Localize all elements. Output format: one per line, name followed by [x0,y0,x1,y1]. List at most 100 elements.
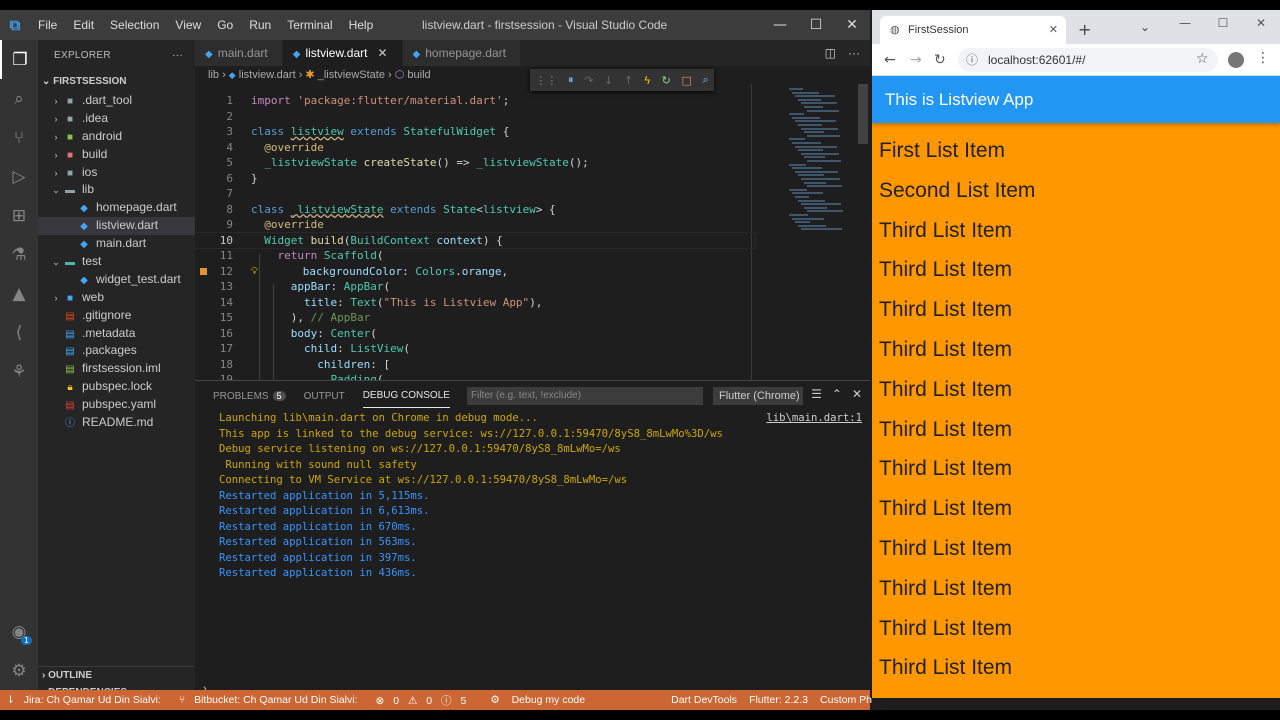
clear-console-icon[interactable]: ☰ [811,387,822,401]
forward-icon[interactable]: → [910,52,922,68]
list-item[interactable]: Third List Item [879,449,1012,489]
list-item[interactable]: Third List Item [879,410,1012,450]
breadcrumb-method[interactable]: build [407,69,430,81]
tree-item[interactable]: › ■ ios [38,164,195,182]
pause-icon[interactable]: ⏸ [568,73,574,87]
project-folder[interactable]: ⌄ FIRSTSESSION [38,72,195,92]
close-tab-icon[interactable]: ✕ [1049,16,1058,44]
status-debug[interactable]: ⚙ Debug my code [484,694,597,706]
source-control-icon[interactable]: ⑂ [0,118,38,157]
reload-icon[interactable]: ↻ [934,52,946,68]
tree-item[interactable]: ▤ pubspec.yaml [38,396,195,414]
account-icon[interactable]: ◉ 1 [0,612,38,651]
list-item[interactable]: Third List Item [879,211,1012,251]
list-item[interactable]: First List Item [879,131,1005,171]
hot-reload-icon[interactable]: ϟ [644,74,651,87]
atlassian-icon[interactable]: ▲ [0,274,38,313]
tree-item[interactable]: ⓘ README.md [38,414,195,432]
chrome-menu-icon[interactable]: ⋮ [1256,50,1270,66]
list-item[interactable]: Third List Item [879,648,1012,688]
menu-item-terminal[interactable]: Terminal [279,18,340,32]
split-editor-icon[interactable]: ◫ [825,40,836,66]
extensions-icon[interactable]: ⊞ [0,196,38,235]
maximize-icon[interactable]: ☐ [798,10,834,40]
testing-icon[interactable]: ⚗ [0,235,38,274]
settings-gear-icon[interactable]: ⚙ [0,651,38,690]
source-link[interactable]: lib\main.dart:1 [766,411,862,427]
menu-item-selection[interactable]: Selection [102,18,167,32]
list-item[interactable]: Third List Item [879,250,1012,290]
minimap[interactable] [785,84,855,380]
tree-item[interactable]: › ■ build [38,146,195,164]
browser-tab[interactable]: ◍ FirstSession ✕ [880,16,1066,44]
status-problems[interactable]: ⊗ 0 ⚠ 0 ⓘ 5 [369,693,478,708]
tab-search-icon[interactable]: ⌄ [1140,20,1150,34]
tree-item[interactable]: › ■ web [38,289,195,307]
menu-item-edit[interactable]: Edit [65,18,102,32]
tab-debug-console[interactable]: DEBUG CONSOLE [362,390,450,408]
search-icon[interactable]: ⌕ [0,79,38,118]
close-icon[interactable]: ✕ [834,10,870,40]
back-icon[interactable]: ← [884,52,896,68]
tree-item[interactable]: › ■ .dart_tool [38,92,195,110]
minimize-icon[interactable]: — [1166,10,1204,36]
step-out-icon[interactable]: ↑ [624,74,633,87]
tree-item[interactable]: › ■ .idea [38,110,195,128]
list-item[interactable]: Third List Item [879,330,1012,370]
tree-item[interactable]: ▤ firstsession.iml [38,360,195,378]
menu-item-view[interactable]: View [167,18,209,32]
list-item[interactable]: Third List Item [879,569,1012,609]
more-actions-icon[interactable]: ··· [848,40,860,66]
remote-icon[interactable]: ⚘ [0,352,38,391]
tree-item[interactable]: ⌄ ▬ test [38,253,195,271]
more-actions-icon[interactable]: ··· [172,40,183,72]
tab-output[interactable]: OUTPUT [304,391,345,402]
drag-handle-icon[interactable]: ⋮⋮ [535,74,557,87]
bookmark-star-icon[interactable]: ☆ [1196,51,1209,67]
menu-item-help[interactable]: Help [341,18,382,32]
address-bar[interactable]: ⓘ localhost:62601/#/ [958,48,1218,72]
tab-homepage-dart[interactable]: ◆ homepage.dart [402,40,521,66]
minimize-icon[interactable]: — [762,10,798,40]
tree-item[interactable]: 🔒︎ pubspec.lock [38,378,195,396]
stop-icon[interactable]: □ [681,74,691,87]
tree-item[interactable]: › ■ android [38,128,195,146]
menu-item-file[interactable]: File [30,18,65,32]
list-item[interactable]: Third List Item [879,529,1012,569]
restart-icon[interactable]: ↻ [662,74,671,87]
run-debug-icon[interactable]: ▷ [0,157,38,196]
tab-problems[interactable]: PROBLEMS 5 [213,390,286,402]
flutter-icon[interactable]: ⟨ [0,313,38,352]
tree-item[interactable]: ◆ listview.dart [38,217,195,236]
maximize-icon[interactable]: ☐ [1204,10,1242,36]
menu-item-run[interactable]: Run [241,18,279,32]
status-bitbucket[interactable]: ⑂ Bitbucket: Ch Qamar Ud Din Sialvi: [173,694,370,706]
list-item[interactable]: Third List Item [879,290,1012,330]
list-item[interactable]: Second List Item [879,171,1035,211]
breadcrumb-file[interactable]: listview.dart [239,69,296,81]
menu-item-go[interactable]: Go [209,18,241,32]
tree-item[interactable]: ▤ .packages [38,342,195,360]
breadcrumb-lib[interactable]: lib [208,69,219,81]
list-item[interactable]: Third List Item [879,609,1012,649]
breadcrumb-class[interactable]: _listviewState [318,69,385,81]
new-tab-icon[interactable]: + [1078,20,1091,39]
tree-item[interactable]: ⌄ ▬ lib [38,181,195,199]
tree-item[interactable]: ◆ main.dart [38,235,195,253]
debug-session-select[interactable]: Flutter (Chrome) [713,387,803,405]
status-devtools[interactable]: Dart DevTools [665,694,743,706]
profile-avatar[interactable] [1228,52,1244,68]
console-filter-input[interactable]: Filter (e.g. text, !exclude) [467,387,703,405]
step-into-icon[interactable]: ↓ [604,74,613,87]
outline-section[interactable]: › OUTLINE [38,666,195,684]
explorer-icon[interactable]: ❐ [0,40,38,79]
editor-scrollbar[interactable] [858,84,868,144]
site-info-icon[interactable]: ⓘ [966,48,978,72]
close-icon[interactable]: ✕ [1242,10,1280,36]
tree-item[interactable]: ◆ homepage.dart [38,199,195,217]
status-flutter[interactable]: Flutter: 2.2.3 [743,694,814,706]
tree-item[interactable]: ◆ widget_test.dart [38,271,195,289]
tree-item[interactable]: ▤ .gitignore [38,307,195,325]
tab-main-dart[interactable]: ◆ main.dart [195,40,283,66]
list-item[interactable]: Third List Item [879,370,1012,410]
